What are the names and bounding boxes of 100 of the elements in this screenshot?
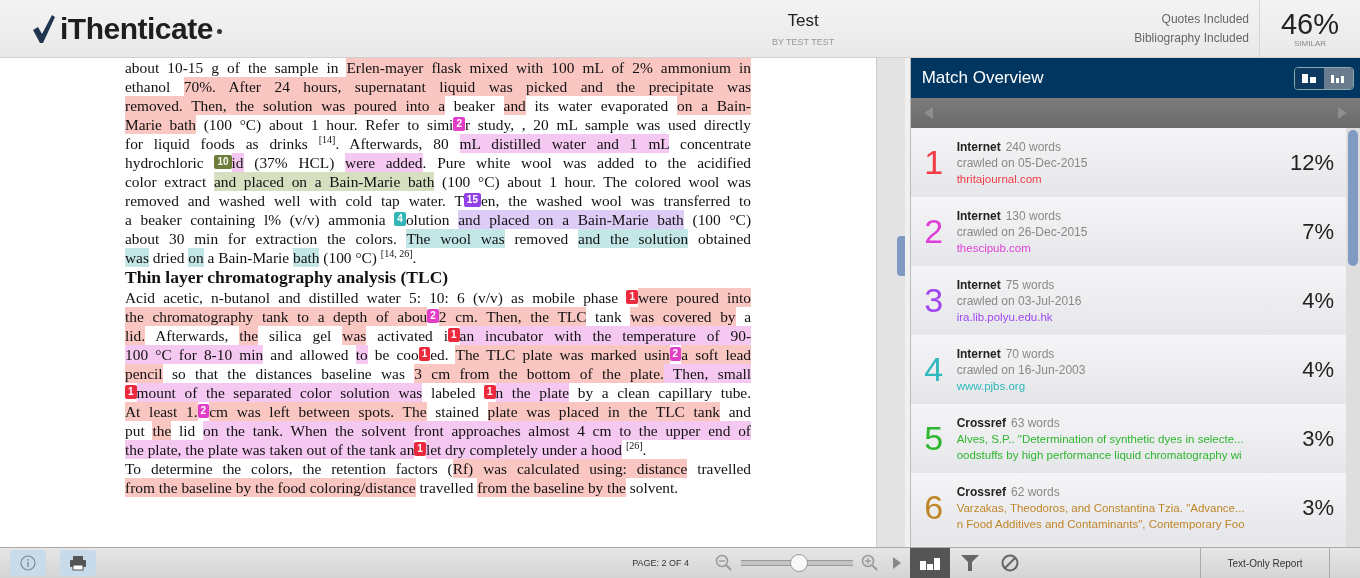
match-percent: 3% [1301,425,1335,452]
highlighted-text[interactable]: and the solution [578,229,689,248]
filter-icon [961,555,979,571]
highlighted-text[interactable]: a soft lead [681,345,752,364]
highlighted-text[interactable]: on a Bain- [677,96,751,115]
panel-title: Match Overview [921,68,1044,88]
match-marker[interactable]: 2 [427,309,439,323]
body-text: (100 °C) [691,211,751,228]
highlighted-text[interactable]: mount of the separated color solution was [136,383,423,402]
highlighted-text[interactable]: Then, small [663,364,751,383]
info-button[interactable] [10,550,46,576]
checkmark-icon [32,13,56,44]
highlighted-text[interactable]: to [355,345,368,364]
body-text: for liquid foods as drinks $^{[14]}$. Afterwards, 80 [125,135,450,152]
print-button[interactable] [60,550,96,576]
source-number: 1 [923,143,945,182]
source-type: Internet [956,138,1001,155]
highlighted-text[interactable]: from the baseline by the food coloring/distance [125,478,416,497]
body-text: ethanol [125,78,172,95]
blocks-icon [1301,72,1318,84]
highlighted-text[interactable]: let dry completely under a hood [425,440,623,459]
highlighted-text[interactable]: were added [345,153,423,172]
body-text: travelled [696,460,751,477]
highlighted-text[interactable]: was covered by [630,307,736,326]
bar-chart-icon [920,556,940,570]
zoom-in-icon[interactable] [861,554,879,572]
highlighted-text[interactable]: 100 °C for 8-10 min [125,345,264,364]
highlighted-text[interactable]: 2 cm. Then, the TLC [438,307,587,326]
match-marker[interactable]: 10 [214,155,232,169]
highlighted-text[interactable]: was [342,326,367,345]
match-overview-button[interactable] [910,548,950,578]
word-count: 63 words [1011,414,1060,431]
highlighted-text[interactable]: and [503,96,526,115]
highlighted-text[interactable]: bath [293,248,320,267]
highlighted-text[interactable]: Marie bath [125,115,196,134]
expand-arrow-icon[interactable] [893,557,901,569]
highlighted-text[interactable]: removed. Then, the solution was poured into a [125,96,446,115]
highlighted-text[interactable]: id [231,153,244,172]
body-text: concentrate [679,135,751,152]
highlighted-text[interactable]: At least 1. [125,402,198,421]
zoom-out-icon[interactable] [715,554,733,572]
highlighted-text[interactable]: and placed on a Bain-Marie bath [213,172,435,191]
highlighted-text[interactable]: Erlen-mayer flask mixed with 100 mL of 2% ammonium in [346,58,751,77]
highlighted-text[interactable]: were poured into [637,288,751,307]
highlighted-text[interactable]: mL distilled water and 1 mL [459,134,670,153]
highlighted-text[interactable]: the [239,326,259,345]
highlighted-text[interactable]: from the baseline by the [477,478,626,497]
highlighted-text[interactable]: plate was placed in the TLC tank [487,402,721,421]
highlighted-text[interactable]: 70%. After 24 hours, supernatant liquid was picked and the precipitate was [183,77,751,96]
highlighted-text[interactable]: lid. [125,326,146,345]
text-only-report-button[interactable]: Text-Only Report [1200,548,1330,578]
highlighted-text[interactable]: The TLC plate was marked usin [455,345,670,364]
body-text: r study, , 20 mL sample was used directly [464,116,751,133]
body-text: color extract [125,173,208,190]
body-text: Afterwards, [154,327,230,344]
word-count: 75 words [1005,276,1055,293]
highlighted-text[interactable]: the chromatography tank to a depth of abou [125,307,428,326]
match-marker[interactable]: 1 [418,347,431,361]
match-marker[interactable]: 1 [125,385,137,399]
filter-option[interactable]: Bibliography Included [1134,31,1249,45]
highlighted-text[interactable]: 3 cm from the bottom of the plate. [414,364,664,383]
highlighted-text[interactable]: cm was left between spots. The [209,402,427,421]
match-marker[interactable]: 1 [484,385,496,399]
body-text: (100 °C) about 1 hour. The colored wool was [441,173,751,190]
body-text: about 30 min for extraction the colors. [125,230,398,247]
highlighted-text[interactable]: The wool was [406,229,505,248]
source-number: 6 [923,488,945,527]
highlighted-text[interactable]: was [125,248,149,267]
highlighted-text[interactable]: an incubator with the temperature of 90- [459,326,751,345]
match-marker[interactable]: 1 [414,442,426,456]
left-triangle-icon [923,107,934,119]
source-link[interactable]: ira.lib.polyu.edu.hk [956,308,1254,325]
similarity-label: SIMILAR [1294,39,1326,48]
scrollbar[interactable] [875,58,905,547]
body-text: be coo [373,346,419,363]
highlighted-text[interactable]: the plate, the plate was taken out of the tank an [125,440,415,459]
highlighted-text[interactable]: on [188,248,204,267]
filter-option[interactable]: Quotes Included [1161,12,1249,26]
match-marker[interactable]: 15 [463,193,481,207]
word-count: 62 words [1011,483,1060,500]
highlighted-text[interactable]: and placed on a Bain-Marie bath [458,210,684,229]
crawl-date: crawled on 05-Dec-2015 [956,154,1089,171]
body-text: beaker [452,97,496,114]
highlighted-text[interactable]: the [152,421,172,440]
highlighted-text[interactable]: pencil [125,364,163,383]
match-marker[interactable]: 1 [626,290,638,304]
body-text: and allowed [269,346,350,363]
body-text: (37% HCL) [253,154,336,171]
slider-thumb[interactable] [790,554,809,572]
highlighted-text[interactable]: Rf) was calculated using: distance [452,459,688,478]
body-text: and [727,403,751,420]
registered-icon [216,29,222,34]
highlighted-text[interactable]: on the tank. When the solvent front approaches almost 4 cm to the upper end of [203,421,751,440]
printer-icon [69,555,87,571]
blocks-view-button[interactable] [1295,67,1324,89]
highlighted-text[interactable]: n the plate [495,383,570,402]
match-marker[interactable]: 1 [448,328,460,342]
body-text: obtained [697,230,751,247]
match-marker[interactable]: 2 [453,117,465,131]
bar-chart-view-button[interactable] [1324,67,1353,89]
